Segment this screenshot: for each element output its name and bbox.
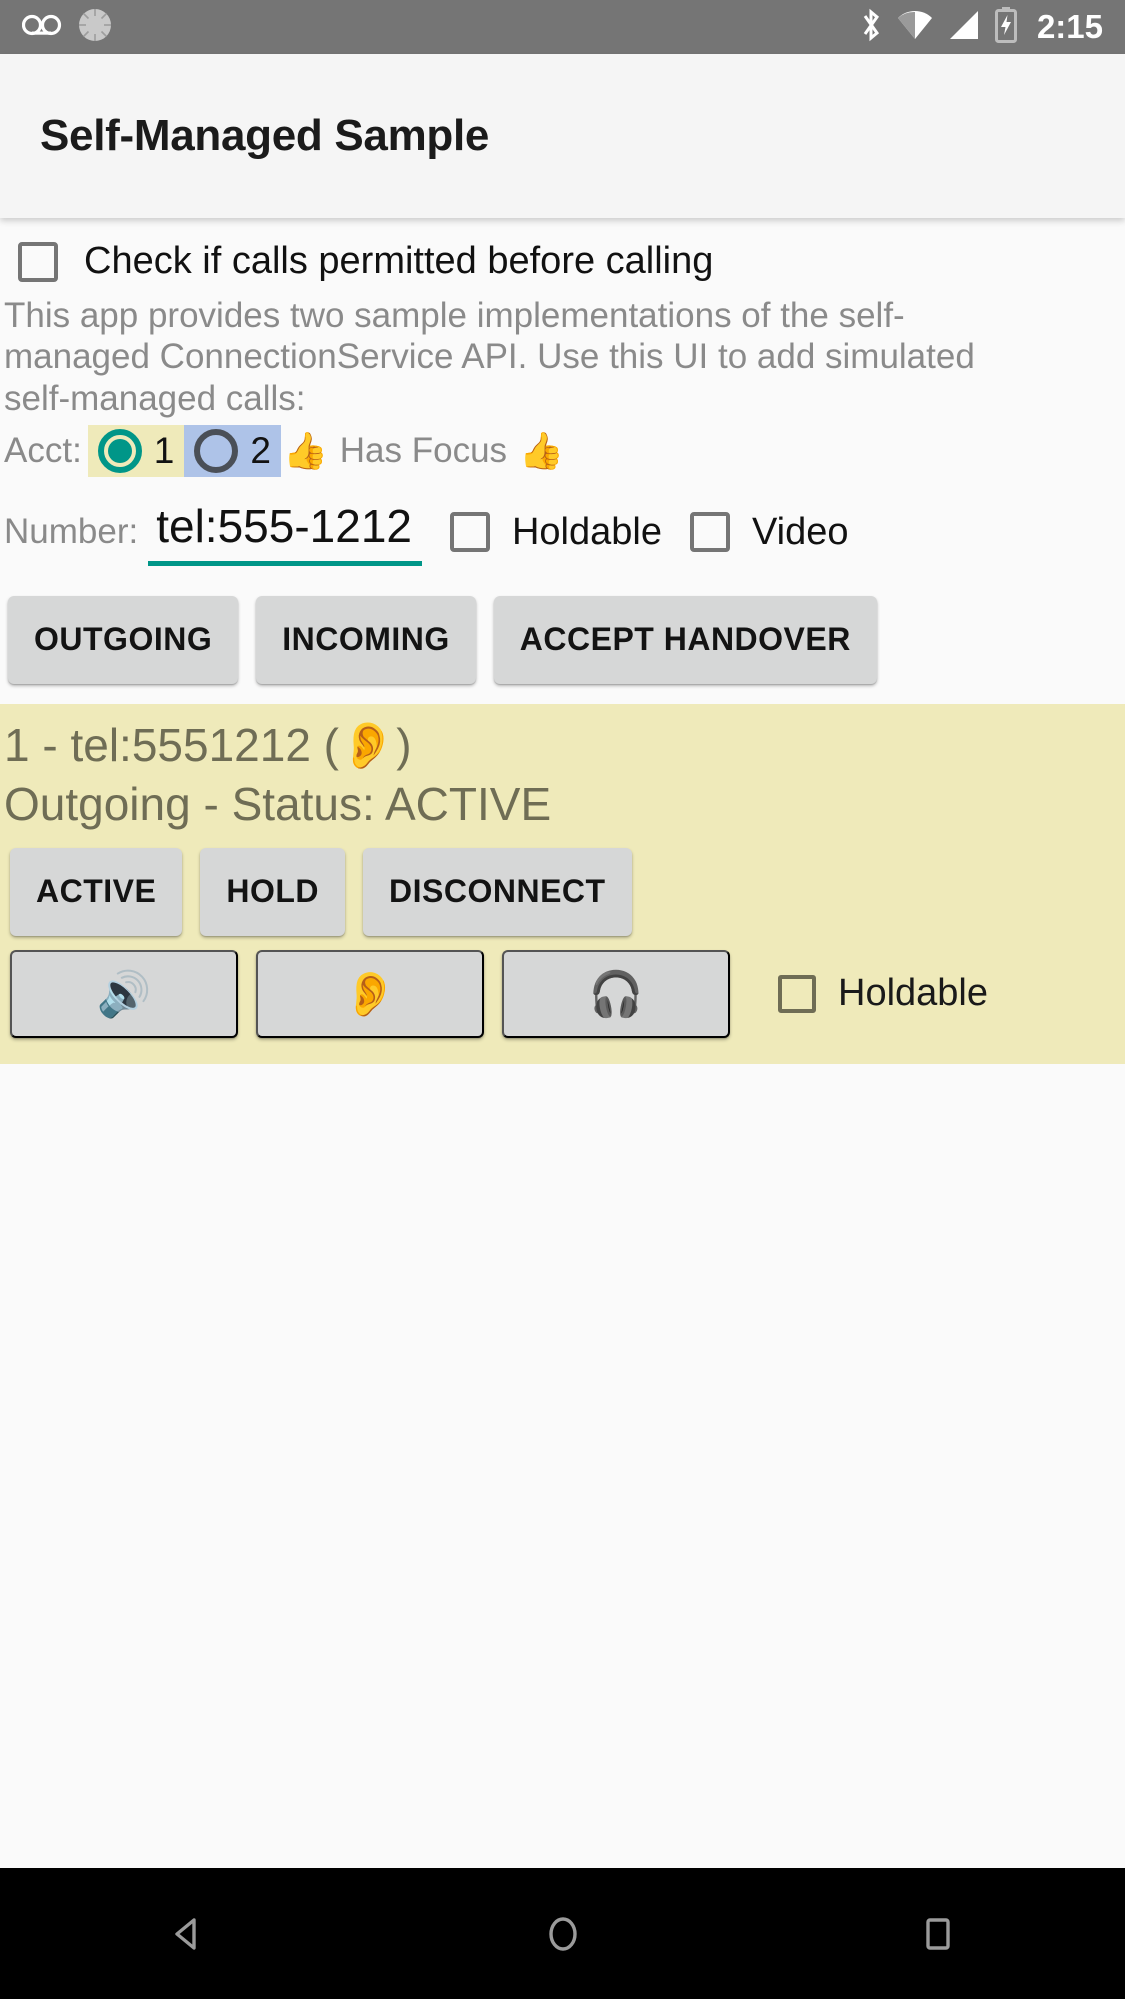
call-active-button[interactable]: ACTIVE [10, 847, 183, 936]
video-checkbox[interactable] [689, 512, 730, 553]
check-permitted-row[interactable]: Check if calls permitted before calling [0, 218, 1125, 291]
call-title-row: 1 - tel:5551212 ( 👂 ) [0, 716, 1125, 775]
number-label: Number: [4, 512, 139, 552]
account-label: Acct: [4, 430, 82, 470]
check-permitted-label: Check if calls permitted before calling [84, 240, 714, 282]
system-nav-bar [0, 1868, 1125, 1999]
thumbs-up-right-icon: 👍 [519, 429, 564, 471]
call-hold-button[interactable]: HOLD [200, 847, 345, 936]
call-actions-row: OUTGOING INCOMING ACCEPT HANDOVER [0, 576, 1125, 704]
outgoing-button[interactable]: OUTGOING [8, 595, 239, 684]
back-nav-button[interactable] [98, 1868, 278, 1999]
check-permitted-checkbox[interactable] [18, 241, 58, 282]
call-state-buttons-row: ACTIVE HOLD DISCONNECT [0, 834, 1125, 936]
has-focus-label: Has Focus [339, 430, 508, 470]
number-row: Number: tel:555-1212 Holdable Video [0, 479, 1125, 576]
thumbs-up-left-icon: 👍 [282, 429, 328, 471]
accept-handover-button[interactable]: ACCEPT HANDOVER [493, 595, 877, 684]
page-title: Self-Managed Sample [40, 111, 490, 160]
home-nav-button[interactable] [473, 1868, 653, 1999]
signal-icon [947, 9, 981, 46]
wifi-icon [896, 9, 934, 46]
recents-nav-button[interactable] [848, 1868, 1028, 1999]
radio-selected-icon [97, 428, 142, 473]
radio-unselected-icon [194, 428, 239, 473]
audio-speaker-button[interactable]: 🔊 [10, 949, 238, 1038]
holdable-checkbox[interactable] [449, 512, 490, 553]
status-bar-clock: 2:15 [1036, 8, 1103, 45]
account-radio-1-label: 1 [153, 429, 175, 471]
call-disconnect-button[interactable]: DISCONNECT [363, 847, 632, 936]
number-input[interactable]: tel:555-1212 [148, 499, 422, 566]
call-holdable-label: Holdable [838, 972, 988, 1015]
holdable-label: Holdable [511, 510, 662, 553]
bluetooth-icon [859, 7, 883, 48]
call-audio-buttons-row: 🔊 👂 🎧 Holdable [0, 936, 1125, 1038]
status-bar-left-icons [21, 6, 114, 49]
ear-icon: 👂 [339, 718, 397, 771]
description-text: This app provides two sample implementat… [4, 296, 975, 418]
account-radio-2[interactable]: 2 [184, 424, 281, 477]
account-radio-2-label: 2 [250, 429, 271, 471]
video-row[interactable]: Video [689, 510, 849, 554]
call-status-line: Outgoing - Status: ACTIVE [4, 777, 552, 830]
account-radio-1[interactable]: 1 [87, 424, 185, 477]
main-content: Check if calls permitted before calling … [0, 218, 1125, 1868]
call-holdable-row[interactable]: Holdable [778, 972, 988, 1015]
video-label: Video [751, 510, 849, 553]
battery-charging-icon [994, 6, 1018, 48]
app-bar: Self-Managed Sample [0, 54, 1125, 218]
audio-headset-button[interactable]: 🎧 [502, 949, 730, 1038]
call-title-prefix: 1 - tel:5551212 ( [4, 718, 340, 771]
call-holdable-checkbox[interactable] [778, 974, 816, 1013]
audio-earpiece-button[interactable]: 👂 [256, 949, 484, 1038]
voicemail-icon [21, 12, 62, 43]
sync-spinner-icon [76, 6, 114, 49]
call-title-suffix: ) [396, 718, 412, 771]
holdable-row[interactable]: Holdable [449, 510, 662, 554]
account-selector-row: Acct: 1 2 👍 Has Focus 👍 [0, 419, 1125, 479]
number-input-value: tel:555-1212 [156, 499, 412, 552]
empty-area [0, 1063, 1125, 1868]
status-bar-right-icons: 2:15 [859, 6, 1103, 48]
phone-screen: 2:15 Self-Managed Sample Check if calls … [0, 0, 1125, 1999]
status-bar: 2:15 [0, 0, 1125, 54]
active-call-card: 1 - tel:5551212 ( 👂 ) Outgoing - Status:… [0, 703, 1125, 1064]
incoming-button[interactable]: INCOMING [256, 595, 476, 684]
